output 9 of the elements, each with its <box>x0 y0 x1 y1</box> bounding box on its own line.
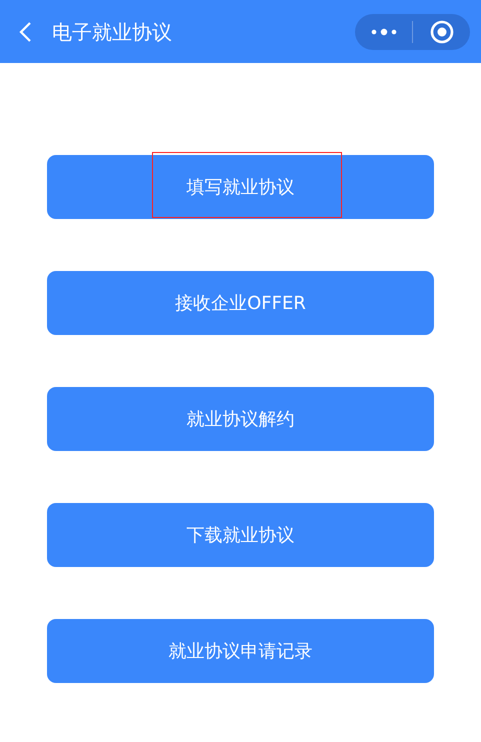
menu-button[interactable]: 就业协议解约 <box>47 387 434 451</box>
page-title: 电子就业协议 <box>52 18 172 46</box>
back-icon[interactable] <box>18 20 32 42</box>
menu-button[interactable]: 填写就业协议 <box>47 155 434 219</box>
menu-button[interactable]: 接收企业OFFER <box>47 271 434 335</box>
close-icon[interactable] <box>430 20 454 44</box>
menu-button[interactable]: 就业协议申请记录 <box>47 619 434 683</box>
more-icon[interactable] <box>371 28 397 36</box>
menu-button[interactable]: 下载就业协议 <box>47 503 434 567</box>
